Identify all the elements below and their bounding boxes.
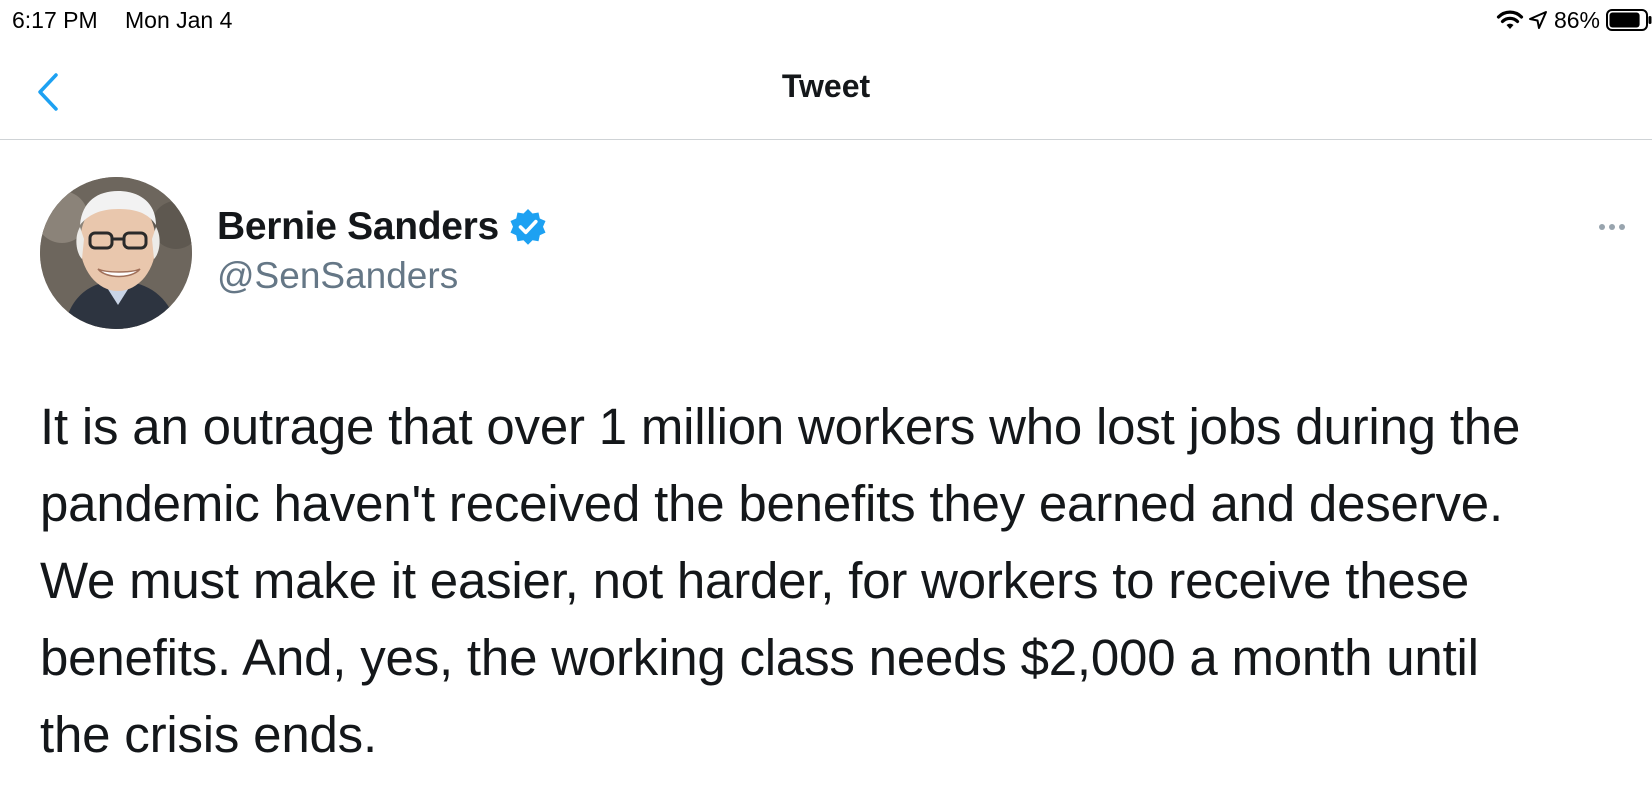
status-date: Mon Jan 4 [125, 7, 233, 33]
nav-bar: Tweet [0, 48, 1652, 140]
author-name-row: Bernie Sanders [217, 203, 548, 251]
ellipsis-icon [1599, 224, 1605, 230]
avatar-photo [40, 177, 192, 329]
tweet-text-line: benefits. And, yes, the working class ne… [40, 629, 1479, 686]
tweet-text-line: It is an outrage that over 1 million wor… [40, 398, 1521, 455]
more-options-button[interactable] [1592, 212, 1632, 242]
ellipsis-icon [1619, 224, 1625, 230]
tweet-text-line: We must make it easier, not harder, for … [40, 552, 1470, 609]
ellipsis-icon [1609, 224, 1615, 230]
page-title: Tweet [781, 68, 871, 104]
author-handle[interactable]: @SenSanders [217, 255, 548, 297]
avatar[interactable] [40, 177, 192, 329]
tweet-text-line: the crisis ends. [40, 706, 377, 763]
tweet-detail-screen: 6:17 PM Mon Jan 4 86% Tweet Bernie Sande… [0, 0, 1652, 791]
verified-badge-icon [510, 209, 546, 245]
tweet-text-line: pandemic haven't received the benefits t… [40, 475, 1503, 532]
status-time: 6:17 PM [12, 7, 98, 33]
status-bar: 6:17 PM Mon Jan 4 86% [0, 0, 1652, 40]
battery-percent: 86% [1553, 6, 1600, 33]
author-display-name[interactable]: Bernie Sanders [217, 205, 499, 249]
battery-icon [1606, 9, 1652, 31]
status-indicators: 86% [1496, 6, 1652, 34]
tweet-text: It is an outrage that over 1 million wor… [40, 388, 1640, 773]
wifi-icon [1496, 10, 1524, 29]
tweet-author[interactable]: Bernie Sanders @SenSanders [217, 203, 548, 297]
location-arrow-icon [1528, 11, 1547, 29]
